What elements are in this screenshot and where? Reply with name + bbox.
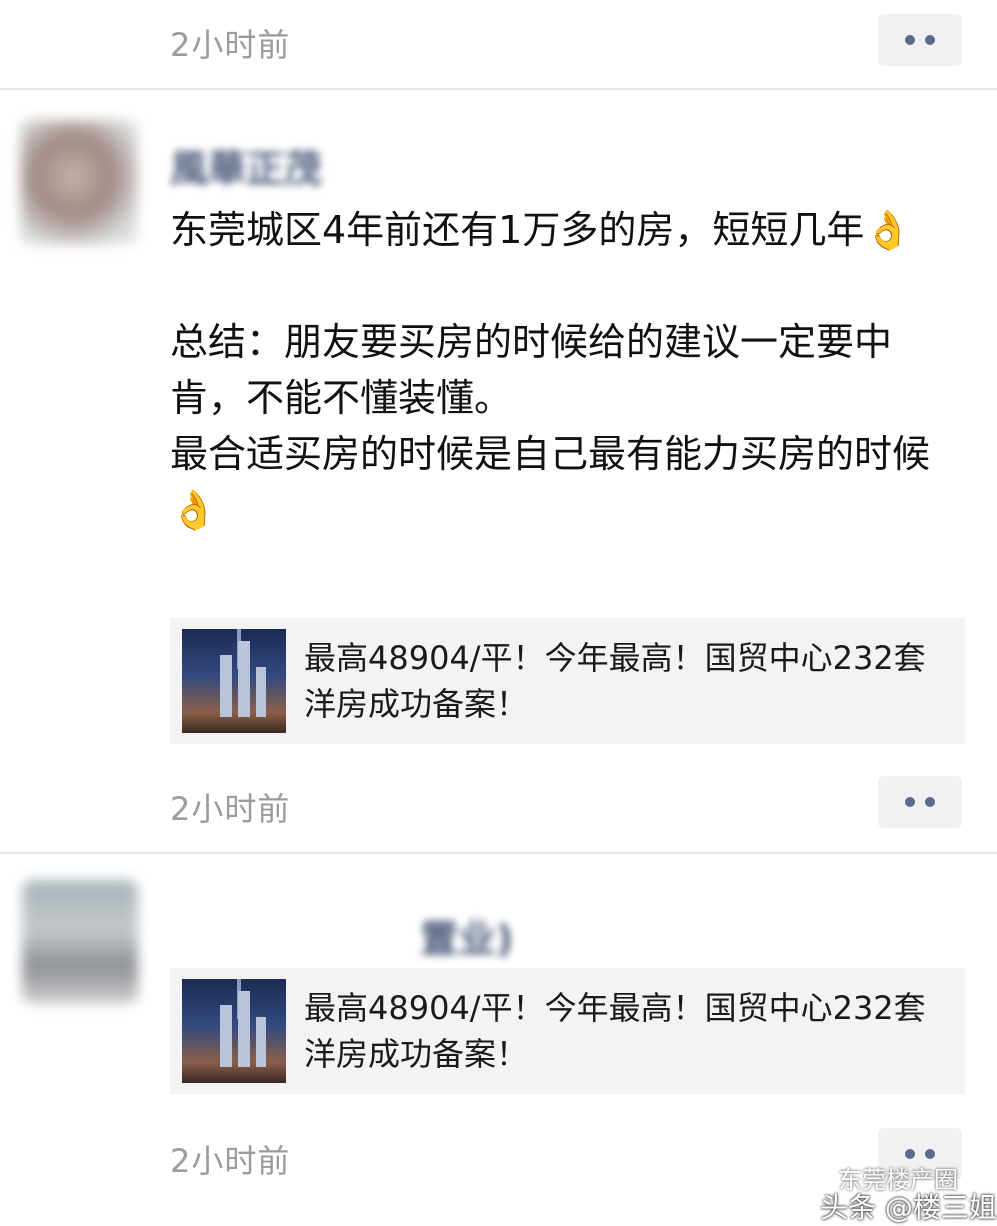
divider [0, 852, 997, 854]
post-text: 东莞城区4年前还有1万多的房，短短几年👌 总结：朋友要买房的时候给的建议一定要中… [170, 202, 960, 538]
more-button[interactable] [878, 776, 962, 828]
watermark: 头条 @楼三姐 [820, 1191, 997, 1224]
more-dot-icon [905, 1149, 915, 1159]
link-title: 最高48904/平！今年最高！国贸中心232套洋房成功备案！ [304, 639, 926, 723]
timestamp: 2小时前 [170, 790, 291, 828]
divider [0, 88, 997, 90]
link-card[interactable]: 最高48904/平！今年最高！国贸中心232套洋房成功备案！ [170, 968, 965, 1094]
more-dot-icon [905, 797, 915, 807]
link-title: 最高48904/平！今年最高！国贸中心232套洋房成功备案！ [304, 989, 926, 1073]
more-dot-icon [905, 35, 915, 45]
timestamp: 2小时前 [170, 1142, 291, 1180]
post-paragraph: 东莞城区4年前还有1万多的房，短短几年👌 [170, 208, 912, 252]
post-paragraph: 总结：朋友要买房的时候给的建议一定要中肯，不能不懂装懂。 [170, 320, 893, 420]
more-dot-icon [925, 797, 935, 807]
article-thumbnail [182, 979, 286, 1083]
more-dot-icon [925, 35, 935, 45]
article-thumbnail [182, 629, 286, 733]
avatar[interactable] [20, 120, 138, 245]
post-paragraph: 最合适买房的时候是自己最有能力买房的时候👌 [170, 432, 931, 532]
author-name[interactable]: 風華正茂 [170, 138, 322, 193]
avatar[interactable] [22, 880, 138, 1004]
timestamp-top: 2小时前 [170, 26, 291, 64]
more-button[interactable] [878, 14, 962, 66]
author-name[interactable]: 置业) [420, 908, 513, 963]
link-card[interactable]: 最高48904/平！今年最高！国贸中心232套洋房成功备案！ [170, 618, 965, 744]
more-dot-icon [925, 1149, 935, 1159]
